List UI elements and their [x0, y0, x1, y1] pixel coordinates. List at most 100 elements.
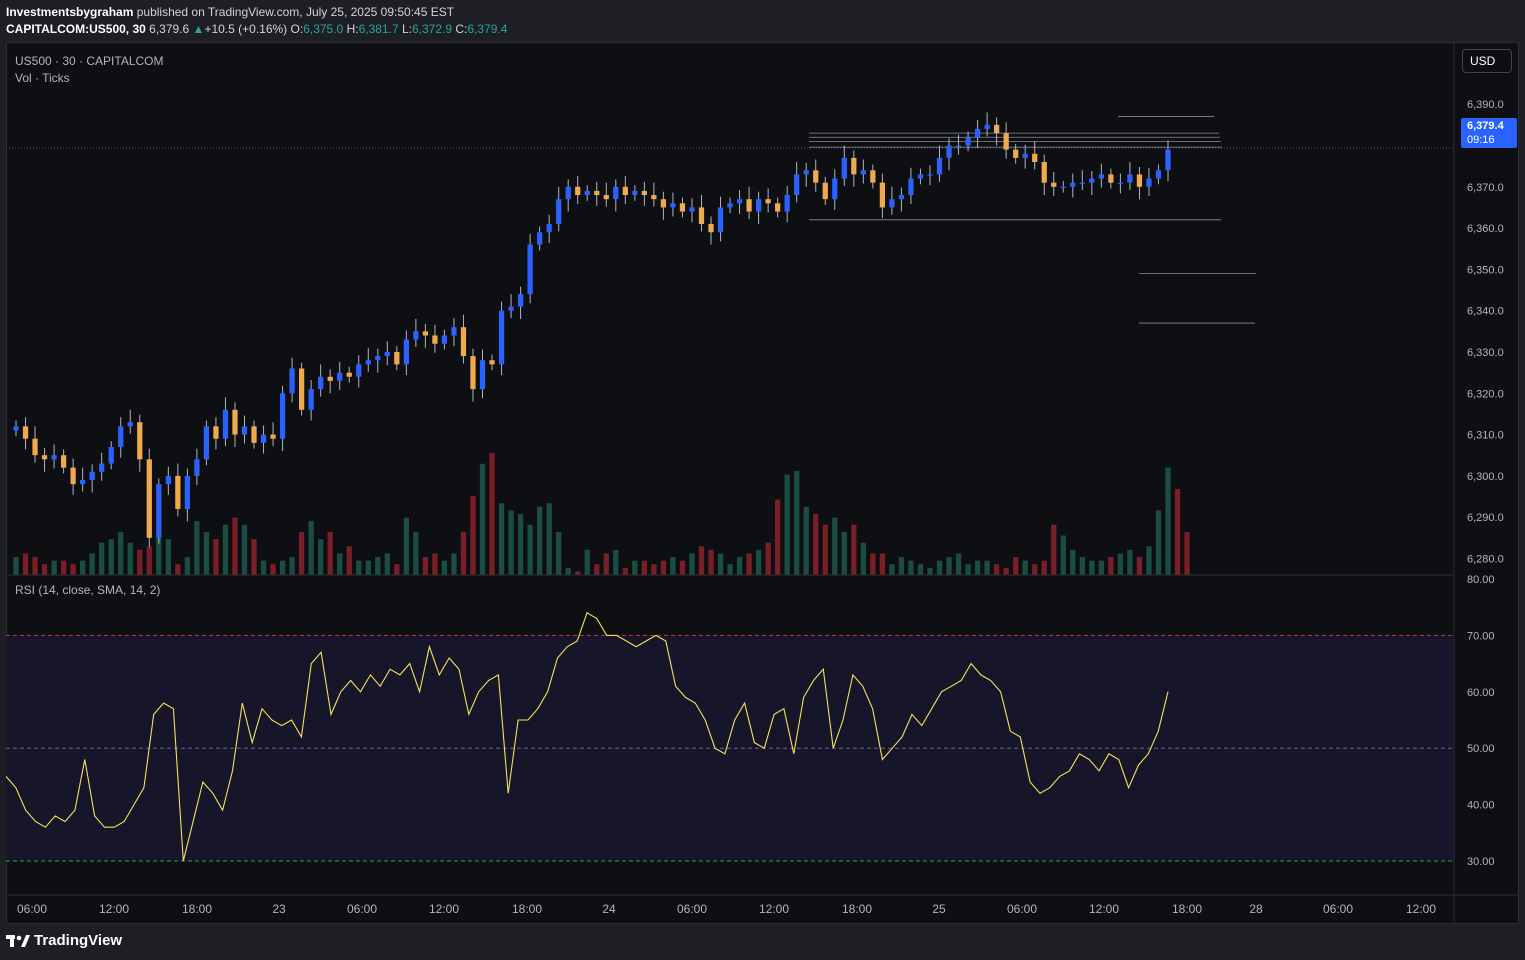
candle-body [299, 368, 305, 410]
volume-bar [337, 553, 343, 575]
volume-bar [222, 524, 229, 575]
volume-bar [32, 557, 38, 575]
candle-body [1136, 174, 1143, 187]
volume-bar [517, 514, 524, 575]
candle-body [575, 186, 581, 196]
candle-body [841, 157, 847, 179]
volume-bar [346, 546, 352, 575]
price-tick-label: 6,340.0 [1467, 306, 1504, 318]
close-value: 6,379.4 [467, 22, 508, 36]
volume-bar [537, 506, 543, 575]
volume-bar [1184, 531, 1190, 575]
candle-body [984, 124, 990, 129]
volume-bar [175, 564, 181, 575]
volume-bar [489, 453, 495, 575]
candle-body [603, 195, 609, 200]
volume-bar [841, 531, 847, 575]
rsi-tick-label: 50.00 [1467, 743, 1495, 755]
candles [13, 112, 1171, 547]
volume-bar [251, 539, 257, 575]
volume-bar [575, 571, 581, 575]
candle-body [870, 170, 876, 183]
candle-body [470, 356, 476, 390]
volume-bar [41, 564, 48, 575]
candle-body [460, 327, 467, 357]
candle-body [632, 190, 638, 196]
volume-bar [1013, 557, 1019, 575]
candle-body [1060, 186, 1066, 188]
candle-body [1146, 178, 1152, 187]
volume-bar [860, 542, 866, 575]
volume-bar [594, 564, 600, 575]
volume-bar [832, 517, 838, 575]
price-tick-label: 6,280.0 [1467, 553, 1504, 565]
volume-bar [1146, 546, 1152, 575]
footer: TradingView [6, 932, 122, 949]
time-tick-label: 06:00 [677, 902, 707, 916]
price-tick-label: 6,310.0 [1467, 430, 1504, 442]
volume-bar [870, 553, 876, 575]
low-value: 6,372.9 [411, 22, 453, 36]
tradingview-brand[interactable]: TradingView [34, 932, 122, 949]
volume-bar [679, 560, 686, 575]
currency-button[interactable]: USD [1462, 49, 1512, 73]
time-tick-label: 18:00 [1172, 902, 1202, 916]
candle-body [498, 310, 505, 365]
candle-body [622, 186, 628, 196]
candle-body [708, 223, 714, 233]
candle-body [156, 484, 162, 538]
candle-body [879, 182, 885, 208]
volume-bar [813, 514, 819, 575]
volume-bar [432, 553, 438, 575]
candle-body [736, 199, 743, 204]
volume-bar [565, 567, 571, 575]
candle-body [765, 199, 771, 204]
candle-body [698, 207, 705, 224]
candle-body [946, 145, 952, 158]
volume-bar [184, 557, 190, 575]
time-tick-label: 25 [932, 902, 946, 916]
candle-body [584, 190, 590, 196]
price-tick-label: 6,290.0 [1467, 512, 1504, 524]
candle-body [527, 244, 533, 295]
candle-body [1089, 178, 1095, 183]
volume-bar [613, 549, 619, 575]
volume-bar [394, 564, 400, 575]
candle-body [137, 422, 143, 460]
volume-bar [736, 557, 743, 575]
high-value: 6,381.7 [358, 22, 399, 36]
candle-body [594, 190, 600, 196]
legend-symbol[interactable]: US500 · 30 · CAPITALCOM [15, 53, 164, 70]
volume-bar [1079, 557, 1085, 575]
volume-bar [365, 560, 371, 575]
candle-body [479, 360, 486, 390]
volume-bar [118, 531, 124, 575]
chart-canvas[interactable]: 6,390.0 6,370.0 6,360.0 6,350.0 6,340.0 6,330… [6, 42, 1519, 924]
author-name[interactable]: Investmentsbygraham [6, 5, 133, 19]
rsi-tick-label: 60.00 [1467, 687, 1495, 699]
legend-volume[interactable]: Vol · Ticks [15, 70, 164, 87]
candle-body [1079, 182, 1085, 184]
candle-body [1041, 162, 1047, 183]
volume-bar [1089, 560, 1095, 575]
candle-body [80, 480, 86, 485]
candle-body [994, 124, 1000, 134]
volume-bar [137, 549, 143, 575]
candle-body [556, 199, 562, 224]
volume-bar [1051, 524, 1057, 575]
candle-body [1003, 133, 1009, 150]
candle-body [898, 195, 905, 200]
volume-bar [356, 560, 362, 575]
volume-bar [1060, 535, 1066, 575]
price-tick-label: 6,360.0 [1467, 223, 1504, 235]
candle-body [241, 426, 248, 435]
rsi-tick-label: 80.00 [1467, 574, 1495, 586]
volume-bar [708, 549, 714, 575]
candle-body [232, 409, 238, 435]
last-price: 6,379.6 [149, 22, 190, 36]
candle-body [279, 393, 286, 439]
candle-body [318, 376, 324, 390]
open-value: 6,375.0 [303, 22, 344, 36]
rsi-legend[interactable]: RSI (14, close, SMA, 14, 2) [15, 583, 160, 597]
volume-bar [651, 564, 657, 575]
